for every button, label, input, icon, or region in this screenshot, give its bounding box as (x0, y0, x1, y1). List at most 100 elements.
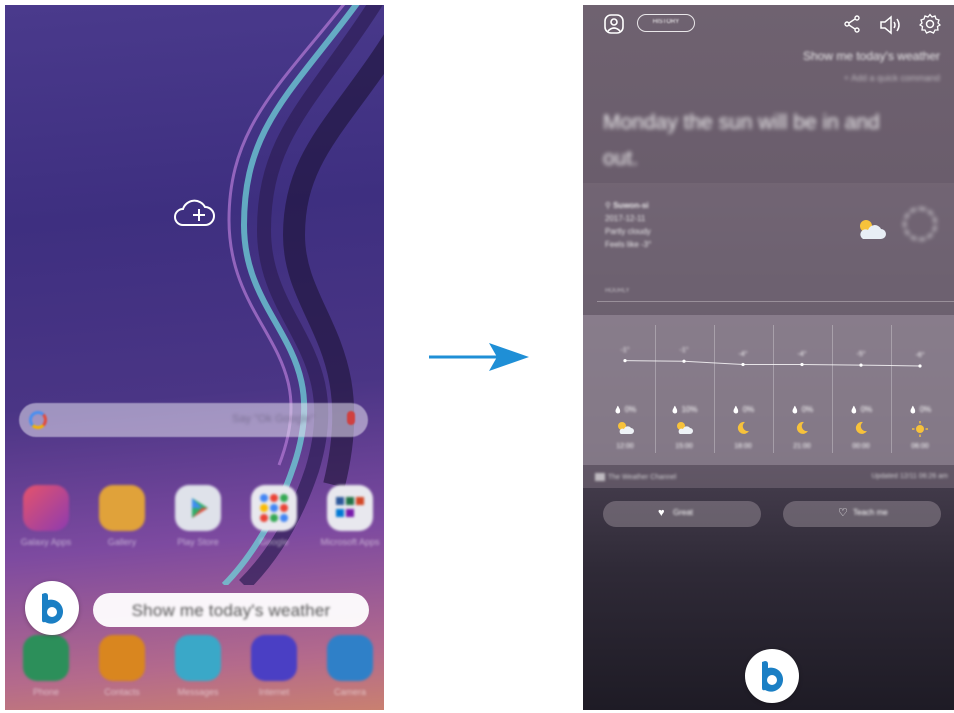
temperature-point (859, 363, 863, 367)
hour-label: 00:00 (852, 443, 870, 450)
app-gallery[interactable]: Gallery (89, 485, 155, 548)
folder-icon (251, 485, 297, 531)
sun-icon (895, 421, 945, 442)
heart-filled-icon: ♥ (658, 507, 665, 519)
globe-icon (251, 635, 297, 681)
app-label: Google (259, 537, 289, 547)
condition: Partly cloudy (605, 227, 651, 236)
message-icon (175, 635, 221, 681)
temperature-point (623, 359, 627, 363)
contact-icon (99, 635, 145, 681)
home-screen: Say "Ok Google" Galaxy Apps Gallery Play… (5, 5, 384, 710)
weather-background-icon (903, 207, 937, 241)
raindrop-icon: 💧 (908, 407, 918, 414)
app-google-folder[interactable]: Google (241, 485, 307, 548)
app-camera[interactable]: Camera (317, 635, 383, 698)
precipitation: 💧 0% (613, 405, 637, 414)
teach-me-button[interactable]: ♡ Teach me (783, 501, 941, 527)
heart-outline-icon: ♡ (838, 507, 848, 519)
shopping-bag-icon (23, 485, 69, 531)
raindrop-icon: 💧 (670, 407, 680, 414)
location-pin-icon: ⚲ (605, 201, 611, 210)
temperature-point (682, 359, 686, 363)
column-separator (713, 325, 715, 453)
precipitation: 💧 0% (731, 405, 755, 414)
app-label: Internet (258, 687, 290, 697)
teach-me-label: Teach me (853, 508, 888, 517)
app-label: Contacts (104, 687, 140, 697)
divider (597, 301, 954, 302)
app-messages[interactable]: Messages (165, 635, 231, 698)
weather-source[interactable]: The Weather Channel (595, 473, 676, 481)
folder-icon (327, 485, 373, 531)
app-internet[interactable]: Internet (241, 635, 307, 698)
add-quick-command-link[interactable]: + Add a quick command (844, 73, 940, 83)
moon-icon (718, 421, 768, 440)
weather-card[interactable]: ⚲ Suwon-si 2017-12-11 Partly cloudy Feel… (583, 183, 954, 488)
app-label: Gallery (107, 537, 137, 547)
precipitation: 💧 0% (849, 405, 873, 414)
bixby-icon (42, 593, 64, 624)
app-microsoft-folder[interactable]: Microsoft Apps (317, 485, 383, 548)
app-galaxy-apps[interactable]: Galaxy Apps (13, 485, 79, 548)
google-search-bar[interactable]: Say "Ok Google" (19, 403, 368, 437)
moon-icon (777, 421, 827, 440)
hourly-temp: -4° (738, 350, 748, 358)
app-label: Microsoft Apps (320, 537, 380, 547)
column-separator (890, 325, 892, 453)
share-icon[interactable] (843, 15, 861, 33)
date: 2017-12-11 (605, 214, 646, 223)
google-logo-icon (29, 411, 47, 429)
user-query: Show me today's weather (802, 49, 940, 63)
weather-channel-logo-icon (595, 473, 605, 481)
app-label: Camera (333, 687, 366, 697)
app-label: Messages (177, 687, 219, 697)
temperature-point (741, 362, 745, 367)
partly-cloudy-icon (860, 220, 886, 239)
speaker-icon[interactable] (879, 15, 903, 35)
partly-sunny-icon (600, 421, 650, 440)
hourly-temp: -1° (679, 347, 689, 355)
raindrop-icon: 💧 (731, 407, 741, 414)
column-separator (831, 325, 833, 453)
hour-label: 06:00 (911, 443, 929, 450)
app-label: Phone (32, 687, 60, 697)
history-button[interactable]: HISTORY (637, 14, 695, 32)
hourly-temp: -6° (915, 352, 925, 359)
search-hint: Say "Ok Google" (232, 413, 315, 425)
flower-icon (99, 485, 145, 531)
partly-sunny-icon (659, 421, 709, 440)
settings-gear-icon[interactable] (919, 13, 941, 35)
hourly-forecast: -1° 💧 0% 12:00 -1° 💧 10% 15:00 -4° 💧 0% 18:00 -4°… (583, 315, 954, 465)
hour-label: 21:00 (793, 443, 811, 450)
app-play-store[interactable]: Play Store (165, 485, 231, 548)
column-separator (654, 325, 656, 453)
column-separator (772, 325, 774, 453)
precipitation: 💧 0% (908, 405, 932, 414)
current-weather: ⚲ Suwon-si 2017-12-11 Partly cloudy Feel… (605, 199, 651, 251)
temperature-point (800, 362, 804, 367)
app-grid-row: Galaxy Apps Gallery Play Store Google Mi… (13, 485, 383, 548)
phone-icon (23, 635, 69, 681)
bixby-button[interactable] (745, 649, 799, 703)
app-phone[interactable]: Phone (13, 635, 79, 698)
precipitation: 💧 10% (670, 405, 698, 414)
bixby-button[interactable] (25, 581, 79, 635)
bixby-toolbar: HISTORY (583, 13, 954, 37)
hour-label: 18:00 (734, 443, 752, 450)
app-label: Galaxy Apps (20, 537, 72, 547)
hourly-temp: -4° (797, 350, 807, 358)
cloud-add-icon[interactable] (171, 197, 217, 231)
hourly-temp: -1° (620, 346, 630, 354)
moon-icon (836, 421, 886, 440)
dock: Phone Contacts Messages Internet Camera (13, 635, 383, 698)
mic-icon[interactable] (347, 411, 355, 425)
bixby-screen: HISTORY Show me today's weather + Add a … (583, 5, 954, 710)
great-button[interactable]: ♥ Great (603, 501, 761, 527)
profile-icon[interactable] (603, 13, 625, 35)
hourly-temp: -5° (856, 351, 866, 359)
location: Suwon-si (613, 201, 649, 210)
app-contacts[interactable]: Contacts (89, 635, 155, 698)
updated-time: Updated 12/11 06:26 am (871, 473, 948, 480)
feels-like: Feels like -3° (605, 240, 652, 249)
